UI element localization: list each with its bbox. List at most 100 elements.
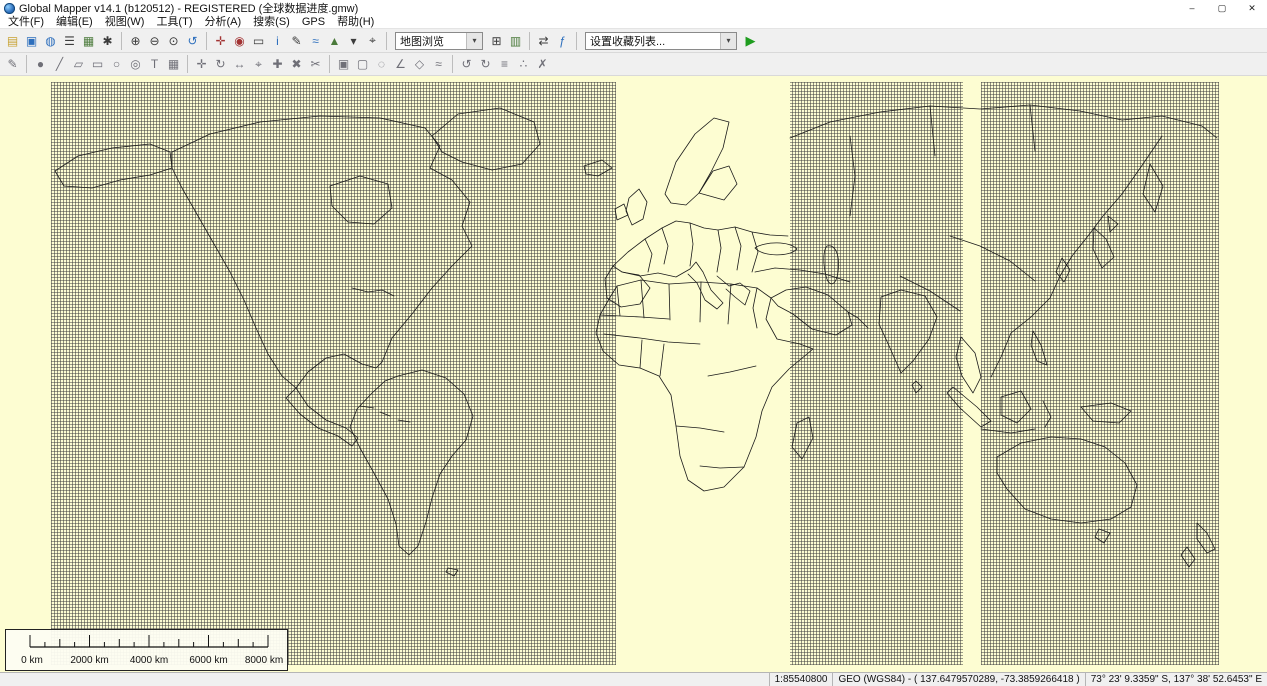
map-view-combo-value: 地图浏览 [396,33,466,49]
title-bar: Global Mapper v14.1 (b120512) - REGISTER… [0,0,1267,16]
attributes-icon[interactable]: ≡ [495,54,514,74]
digitizer-tool-icon[interactable]: ✎ [287,31,306,51]
grid-coverage-band-west [51,82,616,665]
close-button[interactable]: ✕ [1237,0,1267,16]
new-map-view-icon[interactable]: ⊞ [487,31,506,51]
rotate-feature-icon[interactable]: ↻ [211,54,230,74]
zoom-out-icon[interactable]: ⊖ [145,31,164,51]
menu-item-view[interactable]: 视图(W) [99,16,151,28]
view-3d-icon[interactable]: ▲ [325,31,344,51]
map-area[interactable]: 0 km 2000 km 4000 km 6000 km 8000 km [0,76,1267,672]
path-profile-icon[interactable]: ≈ [306,31,325,51]
zoom-full-icon[interactable]: ⊙ [164,31,183,51]
create-text-icon[interactable]: T [145,54,164,74]
map-view-combo[interactable]: 地图浏览 ▾ [395,32,483,50]
scale-label-0: 0 km [21,655,43,666]
configuration-icon[interactable]: ✱ [98,31,117,51]
status-bar: 1:85540800 GEO (WGS84) - ( 137.647957028… [0,672,1267,686]
angle-measure-icon[interactable]: ∠ [391,54,410,74]
vertex-edit-icon[interactable]: ∴ [514,54,533,74]
script-icon[interactable]: ƒ [553,31,572,51]
toolbar-separator [452,55,453,73]
status-projection: GEO (WGS84) - ( 137.6479570289, -73.3859… [832,673,1084,686]
map-layout-icon[interactable]: ▥ [506,31,525,51]
feature-info-icon[interactable]: i [268,31,287,51]
main-toolbar: ▤ ▣ ◍ ☰ ▦ ✱ ⊕ ⊖ ⊙ ↺ ✛ ◉ ▭ i ✎ ≈ ▲ ▾ ⌖ 地图… [0,29,1267,53]
world-map[interactable] [0,76,1267,672]
menu-item-tools[interactable]: 工具(T) [150,16,198,28]
search-icon[interactable]: ⌖ [363,31,382,51]
zoom-last-icon[interactable]: ↺ [183,31,202,51]
profile-tool-icon[interactable]: ≈ [429,54,448,74]
toolbar-separator [26,55,27,73]
chevron-down-icon[interactable]: ▾ [466,33,482,49]
toolbar-separator [529,32,530,50]
toolbar-separator [576,32,577,50]
cut-area-icon[interactable]: ✂ [306,54,325,74]
chevron-down-icon[interactable]: ▾ [344,31,363,51]
control-center-icon[interactable]: ☰ [60,31,79,51]
chevron-down-icon[interactable]: ▾ [720,33,736,49]
scale-label-2000: 2000 km [70,655,108,666]
delete-vertex-icon[interactable]: ✖ [287,54,306,74]
pan-tool-icon[interactable]: ✛ [211,31,230,51]
scale-label-8000: 8000 km [245,655,283,666]
online-data-icon[interactable]: ◍ [41,31,60,51]
window-controls: – ▢ ✕ [1177,0,1267,16]
create-line-icon[interactable]: ╱ [50,54,69,74]
menu-item-search[interactable]: 搜索(S) [247,16,296,28]
create-grid-icon[interactable]: ▦ [164,54,183,74]
minimize-button[interactable]: – [1177,0,1207,16]
global-mapper-window: Global Mapper v14.1 (b120512) - REGISTER… [0,0,1267,686]
create-point-icon[interactable]: ● [31,54,50,74]
area-measure-icon[interactable]: ◇ [410,54,429,74]
menu-item-edit[interactable]: 编辑(E) [50,16,99,28]
open-file-icon[interactable]: ▤ [3,31,22,51]
scale-feature-icon[interactable]: ↔ [230,54,249,74]
status-scale: 1:85540800 [769,673,833,686]
zoom-in-icon[interactable]: ⊕ [126,31,145,51]
scale-bar: 0 km 2000 km 4000 km 6000 km 8000 km [5,629,288,671]
menu-bar: 文件(F) 编辑(E) 视图(W) 工具(T) 分析(A) 搜索(S) GPS … [0,16,1267,29]
undo-edit-icon[interactable]: ↺ [457,54,476,74]
scale-label-6000: 6000 km [189,655,227,666]
move-feature-icon[interactable]: ✛ [192,54,211,74]
toolbar-separator [329,55,330,73]
delete-feature-icon[interactable]: ✗ [533,54,552,74]
menu-item-file[interactable]: 文件(F) [2,16,50,28]
menu-item-help[interactable]: 帮助(H) [331,16,380,28]
status-message [0,673,769,686]
insert-vertex-icon[interactable]: ✚ [268,54,287,74]
menu-item-analysis[interactable]: 分析(A) [198,16,247,28]
crop-area-icon[interactable]: ▢ [353,54,372,74]
create-area-icon[interactable]: ▱ [69,54,88,74]
save-icon[interactable]: ▣ [22,31,41,51]
create-range-rings-icon[interactable]: ◎ [126,54,145,74]
status-position: 73° 23' 9.3359" S, 137° 38' 52.6453" E [1085,673,1267,686]
app-icon [4,3,15,14]
grid-coverage-band-central [790,82,963,665]
toolbar-separator [187,55,188,73]
zoom-tool-icon[interactable]: ◉ [230,31,249,51]
snap-vertex-icon[interactable]: ⌖ [249,54,268,74]
scale-bar-ruler: 0 km 2000 km 4000 km 6000 km 8000 km [6,630,287,670]
toolbar-separator [121,32,122,50]
toolbar-separator [206,32,207,50]
combine-areas-icon[interactable]: ▣ [334,54,353,74]
grid-coverage-band-east [981,82,1219,665]
edit-features-icon[interactable]: ✎ [3,54,22,74]
create-circle-icon[interactable]: ○ [107,54,126,74]
menu-item-gps[interactable]: GPS [296,16,331,28]
favorites-combo[interactable]: 设置收藏列表... ▾ [585,32,737,50]
window-title: Global Mapper v14.1 (b120512) - REGISTER… [19,0,358,16]
toolbar-separator [386,32,387,50]
run-favorite-button[interactable]: ▶ [741,31,760,51]
coordinate-converter-icon[interactable]: ⇄ [534,31,553,51]
overlay-options-icon[interactable]: ▦ [79,31,98,51]
buffer-icon[interactable]: ◌ [372,54,391,74]
create-rectangle-icon[interactable]: ▭ [88,54,107,74]
redo-edit-icon[interactable]: ↻ [476,54,495,74]
maximize-button[interactable]: ▢ [1207,0,1237,16]
digitizer-toolbar: ✎ ● ╱ ▱ ▭ ○ ◎ T ▦ ✛ ↻ ↔ ⌖ ✚ ✖ ✂ ▣ ▢ ◌ ∠ … [0,53,1267,76]
measure-tool-icon[interactable]: ▭ [249,31,268,51]
